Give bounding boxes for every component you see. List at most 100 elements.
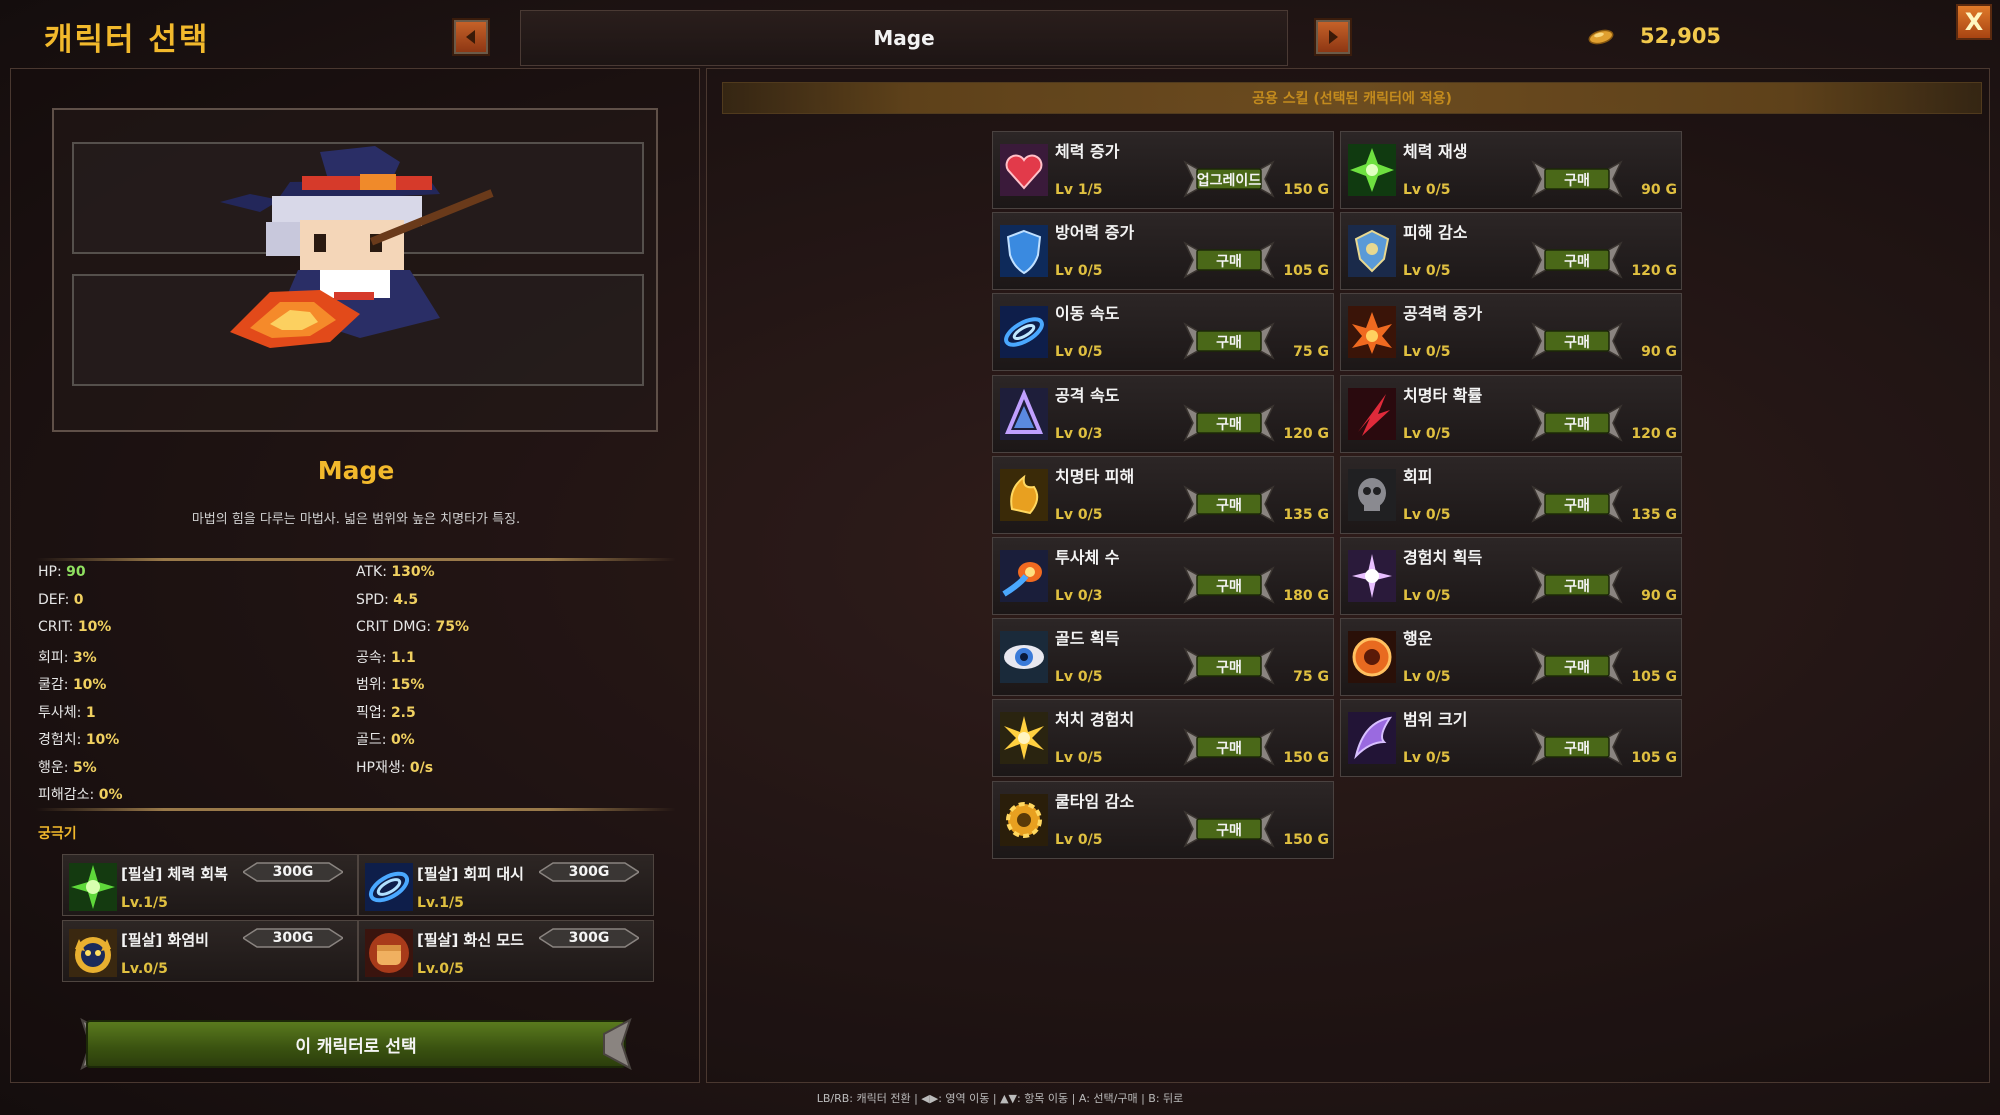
select-character-button[interactable]: 이 캐릭터로 선택 <box>86 1020 626 1068</box>
skill-cost: 105 G <box>1631 750 1677 767</box>
ultimate-name: [필살] 화염비 <box>121 931 209 949</box>
select-character-label: 이 캐릭터로 선택 <box>295 1036 417 1057</box>
stat-value: 1.1 <box>390 649 416 666</box>
ultimate-card-dash[interactable]: [필살] 회피 대시 Lv.1/5 300G <box>358 854 654 916</box>
stat-item: CRIT: 10% <box>38 619 111 635</box>
skill-buy-button[interactable]: 구매 <box>1531 564 1623 606</box>
stat-value: 75% <box>435 619 470 635</box>
stat-label: 쿨감: <box>38 677 69 693</box>
stat-value: 10% <box>85 732 120 748</box>
skill-buy-button[interactable]: 구매 <box>1183 483 1275 525</box>
skill-buy-label: 구매 <box>1564 173 1590 189</box>
skill-buy-button[interactable]: 구매 <box>1183 239 1275 281</box>
ultimate-heading: 궁극기 <box>38 826 77 842</box>
stat-label: HP: <box>38 564 62 580</box>
crit-claw-icon <box>1348 387 1396 440</box>
chevron-left-icon <box>466 30 475 44</box>
skill-card[interactable]: 방어력 증가 Lv 0/5 구매 105 G <box>992 212 1334 291</box>
skill-buy-button[interactable]: 구매 <box>1183 726 1275 768</box>
heart-icon <box>1000 144 1048 196</box>
prev-character-button[interactable] <box>452 18 490 56</box>
skill-buy-button[interactable]: 구매 <box>1183 320 1275 362</box>
stat-item: 범위: 15% <box>356 674 424 694</box>
skill-card[interactable]: 공격력 증가 Lv 0/5 구매 90 G <box>1340 293 1682 372</box>
stat-value: 15% <box>390 677 425 693</box>
stat-item: ATK: 130% <box>356 564 435 580</box>
skill-card[interactable]: 처치 경험치 Lv 0/5 구매 150 G <box>992 699 1334 778</box>
skill-card[interactable]: 골드 획득 Lv 0/5 구매 75 G <box>992 618 1334 697</box>
skill-cost: 150 G <box>1283 182 1329 198</box>
skill-buy-button[interactable]: 업그레이드 <box>1183 158 1275 200</box>
skill-buy-label: 구매 <box>1216 254 1242 271</box>
ghost-skull-icon <box>1348 468 1396 521</box>
skill-level: Lv 0/5 <box>1403 506 1451 523</box>
demon-mask-icon <box>69 929 117 977</box>
skill-cost: 120 G <box>1631 263 1677 280</box>
section-banner: 공용 스킬 (선택된 캐릭터에 적용) <box>722 82 1982 114</box>
skill-name: 치명타 확률 <box>1403 385 1483 405</box>
ultimate-name: [필살] 회피 대시 <box>417 865 524 883</box>
stat-item: 행운: 5% <box>38 757 97 777</box>
skill-buy-button[interactable]: 구매 <box>1531 320 1623 362</box>
ultimate-card-avatar-mode[interactable]: [필살] 화신 모드 Lv.0/5 300G <box>358 920 654 982</box>
stat-label: 범위: <box>356 677 387 693</box>
sun-emblem-icon <box>1348 631 1396 684</box>
skill-card[interactable]: 범위 크기 Lv 0/5 구매 105 G <box>1340 699 1682 778</box>
character-name: Mage <box>317 456 395 485</box>
skill-card[interactable]: 행운 Lv 0/5 구매 105 G <box>1340 618 1682 697</box>
skill-cost: 180 G <box>1283 588 1329 604</box>
ultimate-level: Lv.1/5 <box>121 895 168 911</box>
ultimate-price: 300G <box>272 930 314 946</box>
stat-label: 투사체: <box>38 704 82 721</box>
skill-card[interactable]: 치명타 확률 Lv 0/5 구매 120 G <box>1340 374 1682 453</box>
skill-card[interactable]: 치명타 피해 Lv 0/5 구매 135 G <box>992 455 1334 534</box>
stat-item: 골드: 0% <box>356 729 415 749</box>
skill-buy-button[interactable]: 구매 <box>1183 564 1275 606</box>
skill-card[interactable]: 회피 Lv 0/5 구매 135 G <box>1340 455 1682 534</box>
leaf-burst-icon <box>1348 144 1396 196</box>
sunburst-icon <box>1000 712 1048 765</box>
skill-buy-label: 구매 <box>1216 579 1242 595</box>
skill-buy-button[interactable]: 구매 <box>1531 483 1623 525</box>
next-character-button[interactable] <box>1314 18 1352 56</box>
skill-cost: 135 G <box>1283 506 1329 523</box>
mage-sprite-icon <box>220 146 494 348</box>
close-button[interactable]: X <box>1956 4 1992 40</box>
skill-buy-button[interactable]: 구매 <box>1531 158 1623 200</box>
skill-card[interactable]: 체력 재생 Lv 0/5 구매 90 G <box>1340 131 1682 209</box>
skill-buy-button[interactable]: 구매 <box>1183 808 1275 850</box>
stat-item: 경험치: 10% <box>38 729 119 749</box>
heal-burst-icon <box>69 863 117 911</box>
chevron-right-icon <box>1329 30 1338 44</box>
skill-name: 쿨타임 감소 <box>1055 791 1135 811</box>
controls-hint: LB/RB: 캐릭터 전환 | ◀▶: 영역 이동 | ▲▼: 항목 이동 | … <box>816 1092 1184 1105</box>
skill-card[interactable]: 투사체 수 Lv 0/3 구매 180 G <box>992 537 1334 615</box>
skill-buy-label: 구매 <box>1216 335 1242 352</box>
skill-card[interactable]: 피해 감소 Lv 0/5 구매 120 G <box>1340 212 1682 291</box>
stat-item: 피해감소: 0% <box>38 784 122 804</box>
skill-buy-button[interactable]: 구매 <box>1183 645 1275 687</box>
skill-buy-button[interactable]: 구매 <box>1183 402 1275 444</box>
skill-buy-button[interactable]: 구매 <box>1531 402 1623 444</box>
ultimate-card-heal[interactable]: [필살] 체력 회복 Lv.1/5 300G <box>62 854 358 916</box>
skill-cost: 90 G <box>1641 588 1677 604</box>
skill-level: Lv 0/3 <box>1055 588 1103 604</box>
stat-item: CRIT DMG: 75% <box>356 619 469 635</box>
skill-card[interactable]: 이동 속도 Lv 0/5 구매 75 G <box>992 293 1334 372</box>
skill-card[interactable]: 경험치 획득 Lv 0/5 구매 90 G <box>1340 537 1682 615</box>
skill-card[interactable]: 공격 속도 Lv 0/3 구매 120 G <box>992 374 1334 453</box>
skill-buy-label: 업그레이드 <box>1196 173 1262 189</box>
stat-item: 픽업: 2.5 <box>356 702 416 722</box>
skill-buy-button[interactable]: 구매 <box>1531 645 1623 687</box>
skill-buy-label: 구매 <box>1216 741 1242 758</box>
skill-cost: 150 G <box>1283 750 1329 767</box>
skill-name: 체력 증가 <box>1055 142 1120 161</box>
skill-buy-button[interactable]: 구매 <box>1531 239 1623 281</box>
skill-card[interactable]: 체력 증가 Lv 1/5 업그레이드 150 G <box>992 131 1334 209</box>
stat-item: DEF: 0 <box>38 592 84 608</box>
skill-buy-button[interactable]: 구매 <box>1531 726 1623 768</box>
button-cap-right-icon <box>603 1017 632 1071</box>
skill-card[interactable]: 쿨타임 감소 Lv 0/5 구매 150 G <box>992 780 1334 859</box>
class-name-bar: Mage <box>520 10 1288 66</box>
ultimate-card-fire-rain[interactable]: [필살] 화염비 Lv.0/5 300G <box>62 920 358 982</box>
